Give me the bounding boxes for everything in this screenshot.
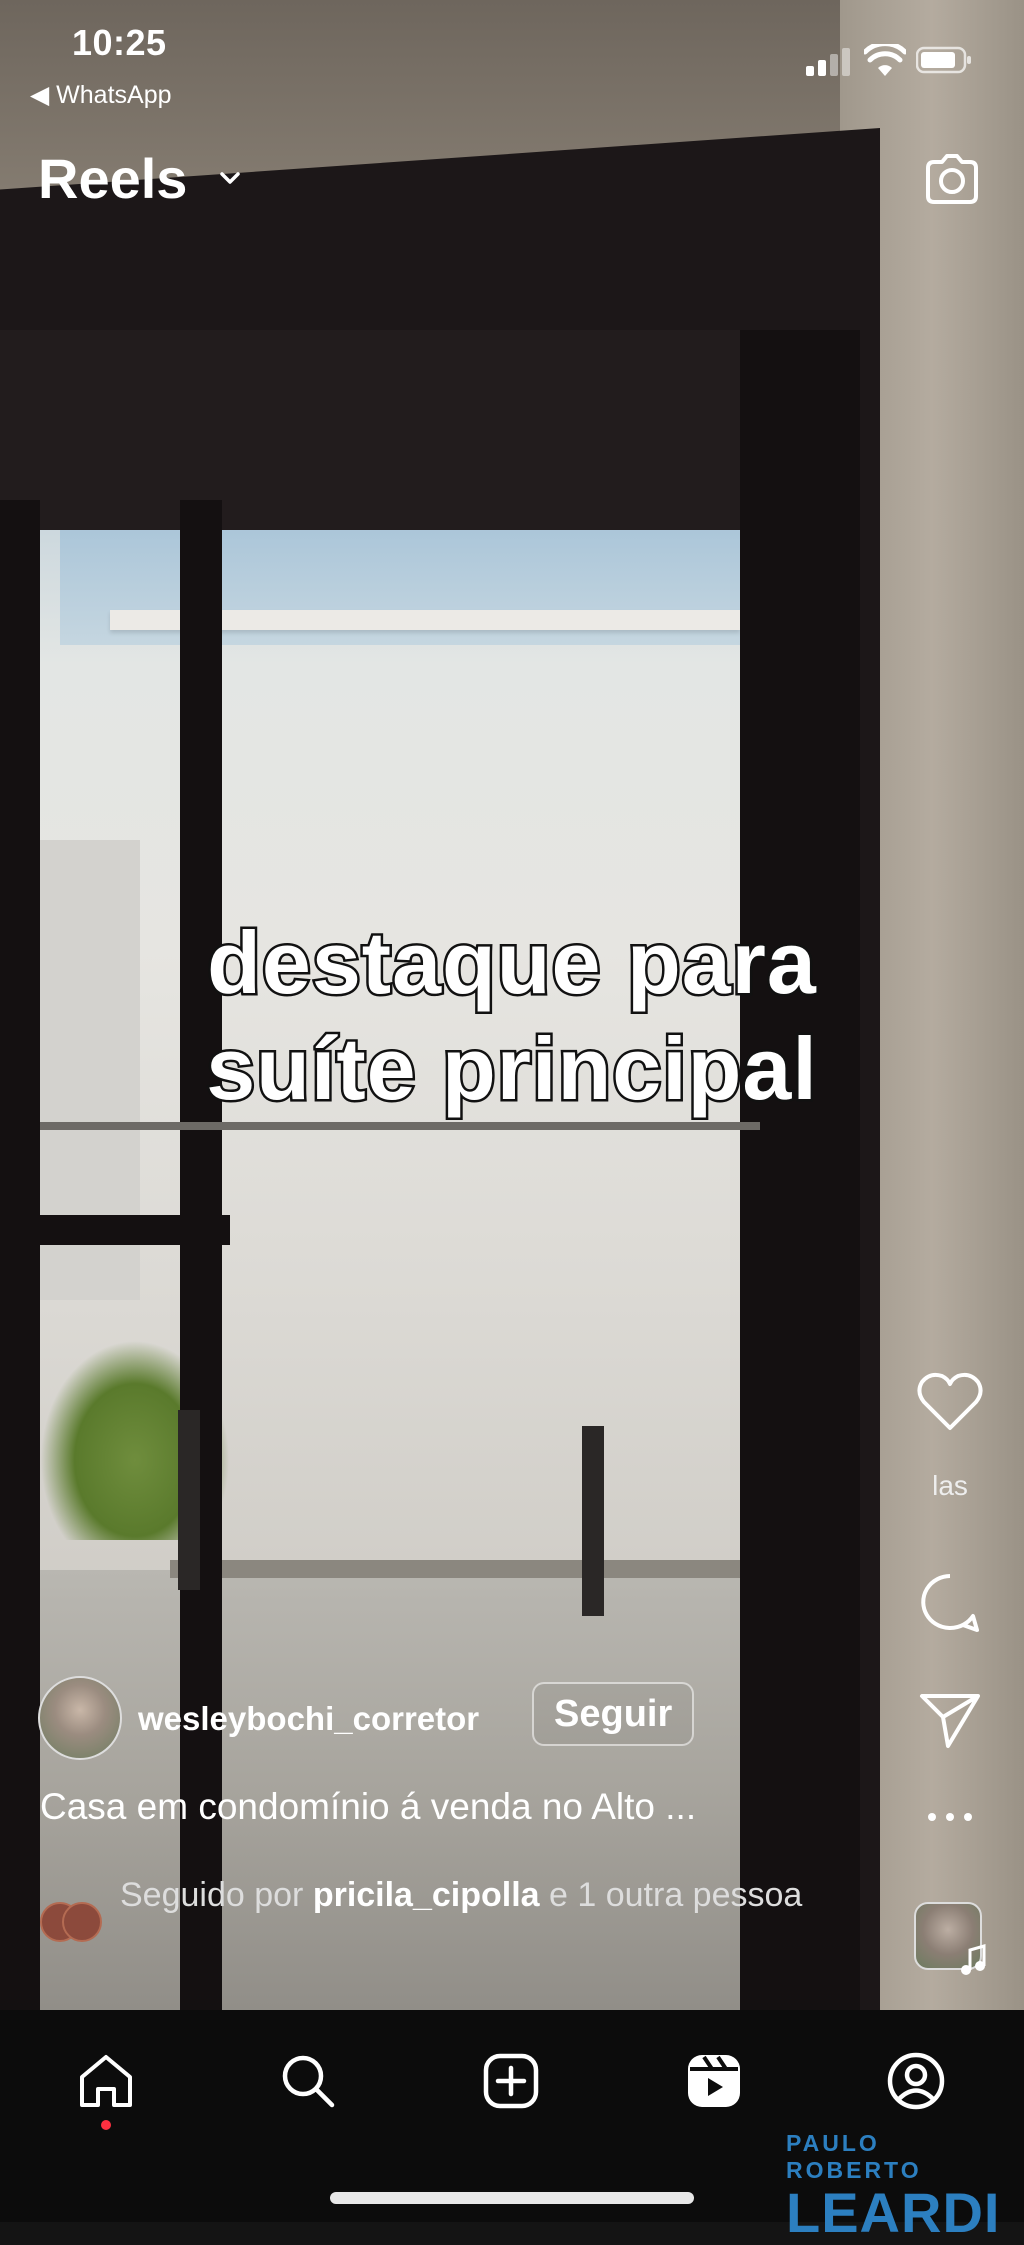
bottom-tab-bar: PAULO ROBERTO LEARDI <box>0 2010 1024 2244</box>
more-icon <box>928 1813 972 1821</box>
watermark-logo: PAULO ROBERTO LEARDI <box>786 2130 1016 2245</box>
followed-suffix: e 1 outra pessoa <box>539 1876 803 1914</box>
floor-edge <box>170 1560 770 1578</box>
tab-home[interactable] <box>71 2046 141 2116</box>
send-icon <box>920 1694 980 1748</box>
follow-button[interactable]: Seguir <box>532 1682 695 1746</box>
clock: 10:25 <box>72 22 167 63</box>
caption-line: destaque para <box>205 911 819 1015</box>
handrail <box>40 1122 760 1130</box>
page-title[interactable]: Reels <box>38 146 187 211</box>
profile-icon <box>887 2052 945 2110</box>
comment-icon <box>921 1574 979 1632</box>
back-to-app-link[interactable]: ◀ WhatsApp <box>30 80 172 110</box>
reels-icon <box>688 2055 740 2107</box>
heart-icon <box>917 1372 983 1430</box>
home-indicator[interactable] <box>330 2192 694 2204</box>
like-button[interactable] <box>900 1370 1000 1432</box>
home-icon <box>80 2055 132 2107</box>
window-head <box>0 330 780 530</box>
video-caption: destaque para suíte principal <box>0 910 1024 1122</box>
battery-icon <box>916 46 971 74</box>
cellular-signal-icon <box>806 48 854 76</box>
music-note-icon <box>961 1944 986 1975</box>
tab-create[interactable] <box>476 2046 546 2116</box>
comment-button[interactable] <box>900 1570 1000 1636</box>
mullion-center <box>180 500 222 2010</box>
watermark-line2: LEARDI <box>786 2181 1001 2244</box>
camera-icon[interactable] <box>920 148 984 212</box>
search-icon <box>282 2055 335 2108</box>
watermark-line1: PAULO ROBERTO <box>786 2130 922 2183</box>
chevron-down-icon[interactable] <box>214 162 246 194</box>
likes-count[interactable]: las <box>900 1470 1000 1502</box>
post-author: wesleybochi_corretor Seguir <box>38 1672 858 1772</box>
avatar[interactable] <box>38 1676 122 1760</box>
follower-avatars <box>40 1902 110 1942</box>
tab-profile[interactable] <box>881 2046 951 2116</box>
reels-header: Reels <box>0 140 1024 220</box>
transom <box>0 1215 230 1245</box>
caption-line: suíte principal <box>204 1017 820 1121</box>
mullion-left <box>0 500 40 2010</box>
tab-search[interactable] <box>273 2046 343 2116</box>
notification-dot <box>101 2120 111 2130</box>
more-options-button[interactable] <box>900 1810 1000 1824</box>
username[interactable]: wesleybochi_corretor <box>138 1700 479 1738</box>
wifi-icon <box>864 44 906 76</box>
followed-prefix: Seguido por <box>120 1876 313 1914</box>
status-bar: 10:25 ◀ WhatsApp <box>0 0 1024 120</box>
tab-reels[interactable] <box>679 2046 749 2116</box>
followed-by[interactable]: Seguido por pricila_cipolla e 1 outra pe… <box>40 1870 840 1980</box>
followed-user[interactable]: pricila_cipolla <box>313 1876 540 1914</box>
railing-post <box>582 1426 604 1616</box>
followed-by-text: Seguido por pricila_cipolla e 1 outra pe… <box>120 1870 840 1920</box>
share-button[interactable] <box>900 1690 1000 1750</box>
post-description[interactable]: Casa em condomínio á venda no Alto ... <box>40 1786 840 1828</box>
railing-post <box>178 1410 200 1590</box>
add-post-icon <box>483 2053 539 2109</box>
